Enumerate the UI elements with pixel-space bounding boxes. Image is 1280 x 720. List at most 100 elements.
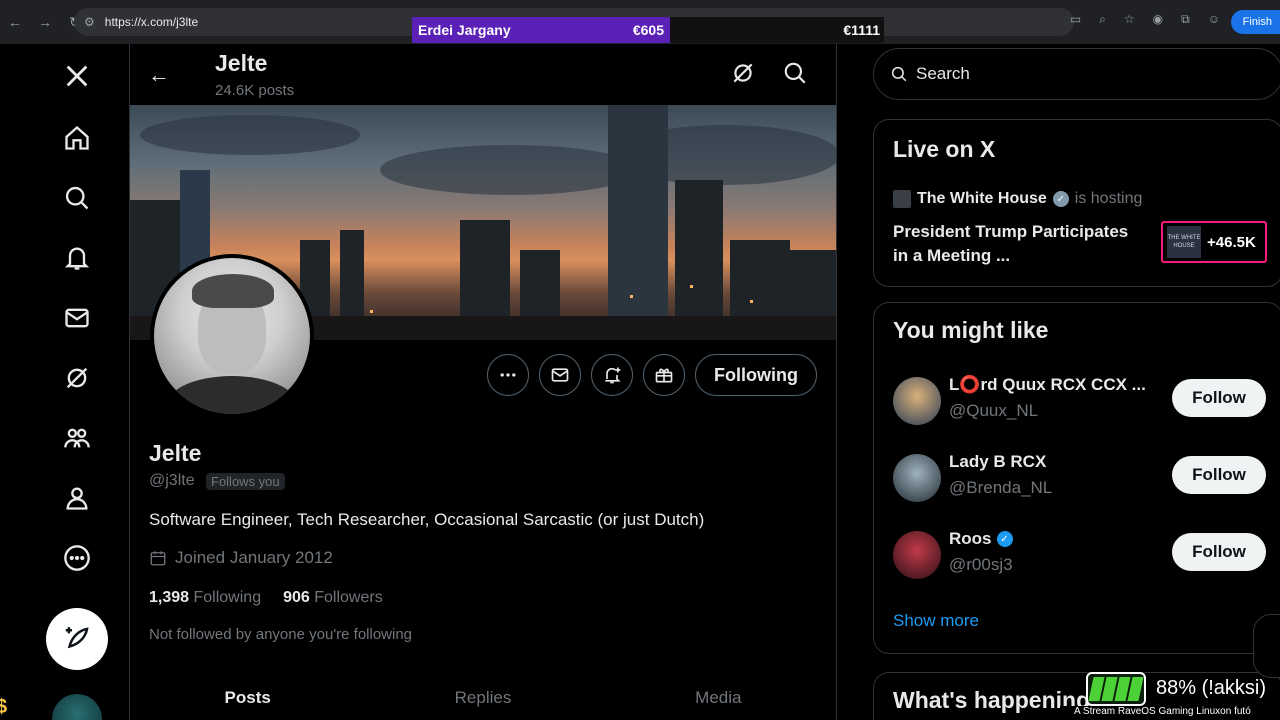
search-placeholder: Search bbox=[916, 64, 970, 83]
compose-button[interactable] bbox=[46, 608, 108, 670]
gift-icon bbox=[655, 368, 673, 383]
site-settings-icon[interactable]: ⚙ bbox=[84, 15, 95, 29]
user-name-text: Roos bbox=[949, 529, 992, 548]
follow-button[interactable]: Follow bbox=[1172, 533, 1266, 571]
back-arrow-icon[interactable]: ← bbox=[148, 62, 170, 88]
tab-replies[interactable]: Replies bbox=[365, 684, 600, 720]
user-handle: @Quux_NL bbox=[949, 401, 1039, 420]
more-options-button[interactable] bbox=[487, 354, 529, 396]
stream-ticker: A Stream RaveOS Gaming Linuxon futó bbox=[1060, 706, 1280, 720]
bet-name: Erdei Jargany bbox=[418, 22, 511, 38]
verified-badge-icon: ✓ bbox=[996, 531, 1013, 547]
following-button[interactable]: Following bbox=[695, 354, 817, 396]
mutual-followers-note: Not followed by anyone you're following bbox=[149, 626, 413, 643]
cast-icon[interactable]: ▭ bbox=[1070, 12, 1081, 27]
communities-icon[interactable] bbox=[57, 418, 97, 458]
page-title: Jelte bbox=[215, 50, 268, 76]
right-sidebar: Search Live on X The White House ✓ is ho… bbox=[837, 44, 1280, 720]
profile-bio: Software Engineer, Tech Researcher, Occa… bbox=[149, 510, 705, 529]
profile-avatar-icon[interactable]: ☺ bbox=[1208, 12, 1220, 27]
profile-avatar[interactable] bbox=[150, 254, 314, 418]
profile-name: Jelte bbox=[149, 440, 202, 466]
user-name: L⭕rd Quux RCX CCX ... bbox=[949, 375, 1146, 394]
following-count: 1,398 bbox=[149, 589, 190, 606]
profile-tabs: Posts Replies Media bbox=[130, 684, 836, 720]
back-nav-icon[interactable]: ← bbox=[0, 14, 30, 30]
more-horizontal-icon bbox=[500, 373, 516, 377]
profile-handle: @j3lte bbox=[149, 472, 195, 489]
post-count: 24.6K posts bbox=[215, 82, 295, 99]
more-icon[interactable] bbox=[57, 538, 97, 578]
home-icon[interactable] bbox=[57, 118, 97, 158]
user-handle: @Brenda_NL bbox=[949, 478, 1053, 497]
notifications-icon[interactable] bbox=[57, 238, 97, 278]
gift-button[interactable] bbox=[643, 354, 685, 396]
zoom-icon[interactable]: ⌕ bbox=[1099, 12, 1106, 27]
joined-date: Joined January 2012 bbox=[149, 548, 333, 568]
you-might-like-heading: You might like bbox=[893, 317, 1049, 343]
profile-icon[interactable] bbox=[57, 478, 97, 518]
grok-icon[interactable] bbox=[730, 60, 760, 90]
live-on-x-card: Live on X The White House ✓ is hosting P… bbox=[873, 119, 1280, 287]
following-label: Following bbox=[193, 589, 262, 606]
show-more-link[interactable]: Show more bbox=[893, 611, 979, 631]
avatar bbox=[893, 454, 941, 502]
live-host[interactable]: The White House ✓ is hosting bbox=[893, 190, 1142, 208]
stream-bet-bar: Erdei Jargany €605 bbox=[412, 17, 670, 43]
follow-button[interactable]: Follow bbox=[1172, 379, 1266, 417]
search-icon bbox=[891, 66, 907, 82]
extensions-puzzle-icon[interactable]: ⧉ bbox=[1181, 12, 1190, 27]
suggested-user[interactable]: L⭕rd Quux RCX CCX ... @Quux_NL Follow bbox=[893, 375, 1273, 427]
compose-icon bbox=[65, 627, 89, 649]
tab-posts[interactable]: Posts bbox=[130, 684, 365, 720]
user-name: Roos ✓ bbox=[949, 529, 1013, 549]
follows-you-badge: Follows you bbox=[206, 473, 285, 490]
calendar-icon bbox=[150, 551, 166, 566]
followers-count: 906 bbox=[283, 589, 310, 606]
mail-icon bbox=[551, 368, 569, 382]
dollar-icon: $ bbox=[0, 696, 8, 718]
tab-media[interactable]: Media bbox=[601, 684, 836, 720]
suggested-user[interactable]: Lady B RCX @Brenda_NL Follow bbox=[893, 452, 1273, 504]
joined-text: Joined January 2012 bbox=[175, 548, 333, 567]
host-name: The White House bbox=[917, 190, 1047, 207]
message-button[interactable] bbox=[539, 354, 581, 396]
live-title[interactable]: President Trump Participates in a Meetin… bbox=[893, 220, 1143, 268]
finish-button[interactable]: Finish bbox=[1230, 10, 1280, 34]
bookmark-star-icon[interactable]: ☆ bbox=[1124, 12, 1135, 27]
follow-button[interactable]: Follow bbox=[1172, 456, 1266, 494]
profile-header-bar: ← Jelte 24.6K posts bbox=[130, 44, 836, 105]
grok-icon[interactable] bbox=[57, 358, 97, 398]
avatar bbox=[893, 377, 941, 425]
user-name: Lady B RCX bbox=[949, 452, 1047, 471]
suggested-user[interactable]: Roos ✓ @r00sj3 Follow bbox=[893, 529, 1273, 581]
followers-stat[interactable]: 906 Followers bbox=[283, 589, 383, 607]
live-thumbnail: THE WHITE HOUSE bbox=[1167, 226, 1201, 258]
search-icon[interactable] bbox=[782, 60, 812, 90]
viewer-count: +46.5K bbox=[1207, 233, 1256, 251]
live-viewers[interactable]: THE WHITE HOUSE +46.5K bbox=[1161, 221, 1267, 263]
forward-nav-icon[interactable]: → bbox=[30, 14, 60, 30]
verified-badge-icon: ✓ bbox=[1052, 191, 1069, 207]
search-input[interactable]: Search bbox=[873, 48, 1280, 100]
white-house-logo bbox=[893, 190, 911, 208]
account-avatar[interactable] bbox=[52, 694, 102, 720]
url-text: https://x.com/j3lte bbox=[104, 15, 199, 29]
avatar bbox=[893, 531, 941, 579]
x-logo-icon[interactable] bbox=[57, 56, 97, 96]
bet-total: €1111 bbox=[670, 17, 884, 43]
browser-action-icons: ▭ ⌕ ☆ ◉ ⧉ ☺ bbox=[1070, 12, 1220, 27]
explore-icon[interactable] bbox=[57, 178, 97, 218]
messages-icon[interactable] bbox=[57, 298, 97, 338]
notify-button[interactable] bbox=[591, 354, 633, 396]
bet-amount: €605 bbox=[632, 22, 664, 38]
messages-drawer-button[interactable] bbox=[1253, 614, 1280, 678]
follow-stats: 1,398 Following 906 Followers bbox=[149, 589, 383, 607]
live-heading: Live on X bbox=[893, 136, 996, 162]
extension-icon[interactable]: ◉ bbox=[1153, 12, 1163, 27]
profile-column: ← Jelte 24.6K posts Following Jelte @j3l… bbox=[130, 44, 837, 720]
followers-label: Followers bbox=[314, 589, 383, 606]
bell-plus-icon bbox=[605, 367, 621, 384]
left-navigation: $ bbox=[0, 44, 130, 720]
following-stat[interactable]: 1,398 Following bbox=[149, 589, 261, 607]
